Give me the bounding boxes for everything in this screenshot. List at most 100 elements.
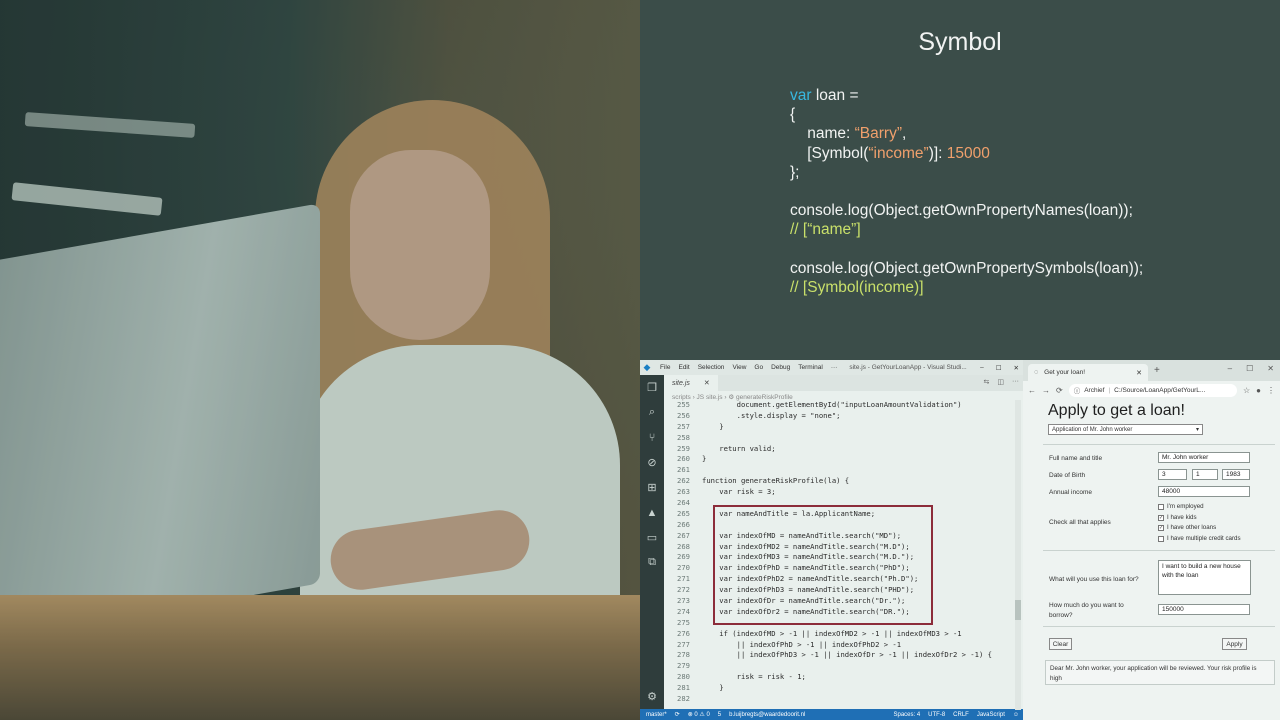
status-language[interactable]: JavaScript	[977, 712, 1005, 718]
status-spaces[interactable]: Spaces: 4	[893, 712, 920, 718]
purpose-textarea[interactable]: I want to build a new house with the loa…	[1158, 560, 1251, 595]
line-number: 276	[677, 628, 690, 638]
apply-button[interactable]: Apply	[1222, 638, 1247, 650]
line-number: 281	[677, 683, 690, 693]
explorer-icon[interactable]: ❐	[640, 375, 664, 400]
line-number: 257	[677, 421, 690, 431]
browser-tab[interactable]: ◌ Get your loan! ✕	[1028, 364, 1148, 381]
code-editor-line[interactable]: 260}	[664, 454, 1019, 465]
close-icon[interactable]: ✕	[1014, 364, 1019, 372]
status-user[interactable]: b.luijbregts@waardedoorit.nl	[729, 712, 805, 718]
new-tab-icon[interactable]: +	[1154, 365, 1160, 376]
menu-file[interactable]: File	[660, 364, 670, 371]
bookmark-star-icon[interactable]: ☆	[1243, 386, 1250, 395]
more-actions-icon[interactable]: ···	[1012, 378, 1019, 386]
compare-icon[interactable]: ⇆	[984, 378, 990, 386]
minimize-icon[interactable]: –	[980, 364, 984, 371]
divider	[1043, 444, 1275, 445]
terminal-icon[interactable]: ▭	[640, 525, 664, 550]
source-control-icon[interactable]: ⑂	[640, 425, 664, 450]
checkbox-other-loans[interactable]: ✓ I have other loans	[1158, 524, 1216, 531]
debug-icon[interactable]: ⊘	[640, 450, 664, 475]
line-text: }	[702, 683, 724, 693]
code-editor-line[interactable]: 257 }	[664, 422, 1019, 433]
close-icon[interactable]: ✕	[1267, 364, 1274, 373]
status-branch[interactable]: master*	[646, 712, 667, 718]
checkbox-box[interactable]	[1158, 503, 1164, 510]
browser-window: ◌ Get your loan! ✕ + – ☐ ✕ ← → ⟳ ⓘ Archi…	[1023, 360, 1280, 720]
menu-selection[interactable]: Selection	[698, 364, 725, 371]
tab-close-icon[interactable]: ✕	[704, 379, 710, 387]
code-editor-line[interactable]: 258	[664, 433, 1019, 444]
code-editor-line[interactable]: 280 risk = risk - 1;	[664, 672, 1019, 683]
extensions-icon[interactable]: ⊞	[640, 475, 664, 500]
status-sync-icon[interactable]: ⟳	[675, 711, 680, 718]
chevron-down-icon: ▾	[1195, 427, 1199, 433]
checkbox-kids[interactable]: ✓ I have kids	[1158, 514, 1197, 521]
menu-more[interactable]: ···	[831, 364, 838, 371]
status-live-share-count[interactable]: 5	[718, 712, 721, 718]
clear-button[interactable]: Clear	[1049, 638, 1072, 650]
code-editor-line[interactable]: 281 }	[664, 683, 1019, 694]
code-editor-line[interactable]: 276 if (indexOfMD > -1 || indexOfMD2 > -…	[664, 629, 1019, 640]
forward-icon[interactable]: →	[1042, 386, 1050, 395]
code-editor-line[interactable]: 277 || indexOfPhD > -1 || indexOfPhD2 > …	[664, 640, 1019, 651]
feedback-icon[interactable]: ☺	[1013, 712, 1023, 718]
code-editor-line[interactable]: 261	[664, 465, 1019, 476]
dob-month-input[interactable]: 1	[1192, 469, 1218, 480]
code-editor-line[interactable]: 282	[664, 694, 1019, 705]
remote-icon[interactable]: ⧉	[640, 550, 664, 575]
full-name-input[interactable]: Mr. John worker	[1158, 452, 1250, 463]
code-line: console.log(Object.getOwnPropertyNames(l…	[790, 202, 1133, 220]
checkbox-box[interactable]: ✓	[1158, 524, 1164, 531]
application-select[interactable]: Application of Mr. John worker ▾	[1048, 424, 1203, 435]
split-editor-icon[interactable]: ◫	[997, 378, 1004, 386]
menu-go[interactable]: Go	[754, 364, 763, 371]
settings-gear-icon[interactable]: ⚙	[640, 684, 664, 709]
code-editor-line[interactable]: 259 return valid;	[664, 444, 1019, 455]
amount-input[interactable]: 150000	[1158, 604, 1250, 615]
checkbox-label: I have multiple credit cards	[1167, 535, 1241, 542]
checkbox-box[interactable]: ✓	[1158, 514, 1164, 521]
address-bar[interactable]: ⓘ Archief | C:/Source/LoanApp/GetYourL..…	[1068, 383, 1237, 397]
line-number: 268	[677, 541, 690, 551]
search-icon[interactable]: ⌕	[640, 400, 664, 425]
scrollbar-thumb[interactable]	[1015, 600, 1021, 620]
menu-edit[interactable]: Edit	[678, 364, 689, 371]
menu-debug[interactable]: Debug	[771, 364, 790, 371]
tab-close-icon[interactable]: ✕	[1136, 369, 1142, 377]
line-number: 282	[677, 694, 690, 704]
dob-year-input[interactable]: 1983	[1222, 469, 1250, 480]
checkbox-credit-cards[interactable]: I have multiple credit cards	[1158, 535, 1241, 542]
line-number: 280	[677, 672, 690, 682]
status-encoding[interactable]: UTF-8	[928, 712, 945, 718]
code-editor-line[interactable]: 279	[664, 661, 1019, 672]
url-separator: |	[1108, 386, 1111, 394]
back-icon[interactable]: ←	[1028, 386, 1036, 395]
code-editor-line[interactable]: 255 document.getElementById("inputLoanAm…	[664, 400, 1019, 411]
maximize-icon[interactable]: ☐	[996, 364, 1002, 372]
editor-scrollbar[interactable]	[1015, 400, 1021, 710]
menu-view[interactable]: View	[732, 364, 746, 371]
status-problems[interactable]: ⊗ 0 ⚠ 0	[688, 711, 710, 718]
maximize-icon[interactable]: ☐	[1246, 364, 1253, 373]
minimize-icon[interactable]: –	[1228, 364, 1232, 373]
income-input[interactable]: 48000	[1158, 486, 1250, 497]
line-text: risk = risk - 1;	[702, 672, 806, 682]
reload-icon[interactable]: ⟳	[1056, 386, 1063, 395]
menu-kebab-icon[interactable]: ⋮	[1267, 386, 1275, 395]
vscode-menu: File Edit Selection View Go Debug Termin…	[660, 364, 837, 371]
code-editor-line[interactable]: 262 function generateRiskProfile(la) {	[664, 476, 1019, 487]
status-eol[interactable]: CRLF	[953, 712, 969, 718]
code-text: name:	[790, 125, 855, 143]
tab-site-js[interactable]: site.js ✕	[664, 375, 718, 391]
code-editor-line[interactable]: 256 .style.display = "none";	[664, 411, 1019, 422]
azure-icon[interactable]: ▲	[640, 500, 664, 525]
checkbox-employed[interactable]: I'm employed	[1158, 503, 1204, 510]
checkbox-box[interactable]	[1158, 535, 1164, 542]
dob-day-input[interactable]: 3	[1158, 469, 1187, 480]
menu-terminal[interactable]: Terminal	[798, 364, 823, 371]
code-editor-line[interactable]: 263 var risk = 3;	[664, 487, 1019, 498]
avatar[interactable]: ●	[1256, 386, 1261, 395]
code-editor-line[interactable]: 278 || indexOfPhD3 > -1 || indexOfDr > -…	[664, 650, 1019, 661]
